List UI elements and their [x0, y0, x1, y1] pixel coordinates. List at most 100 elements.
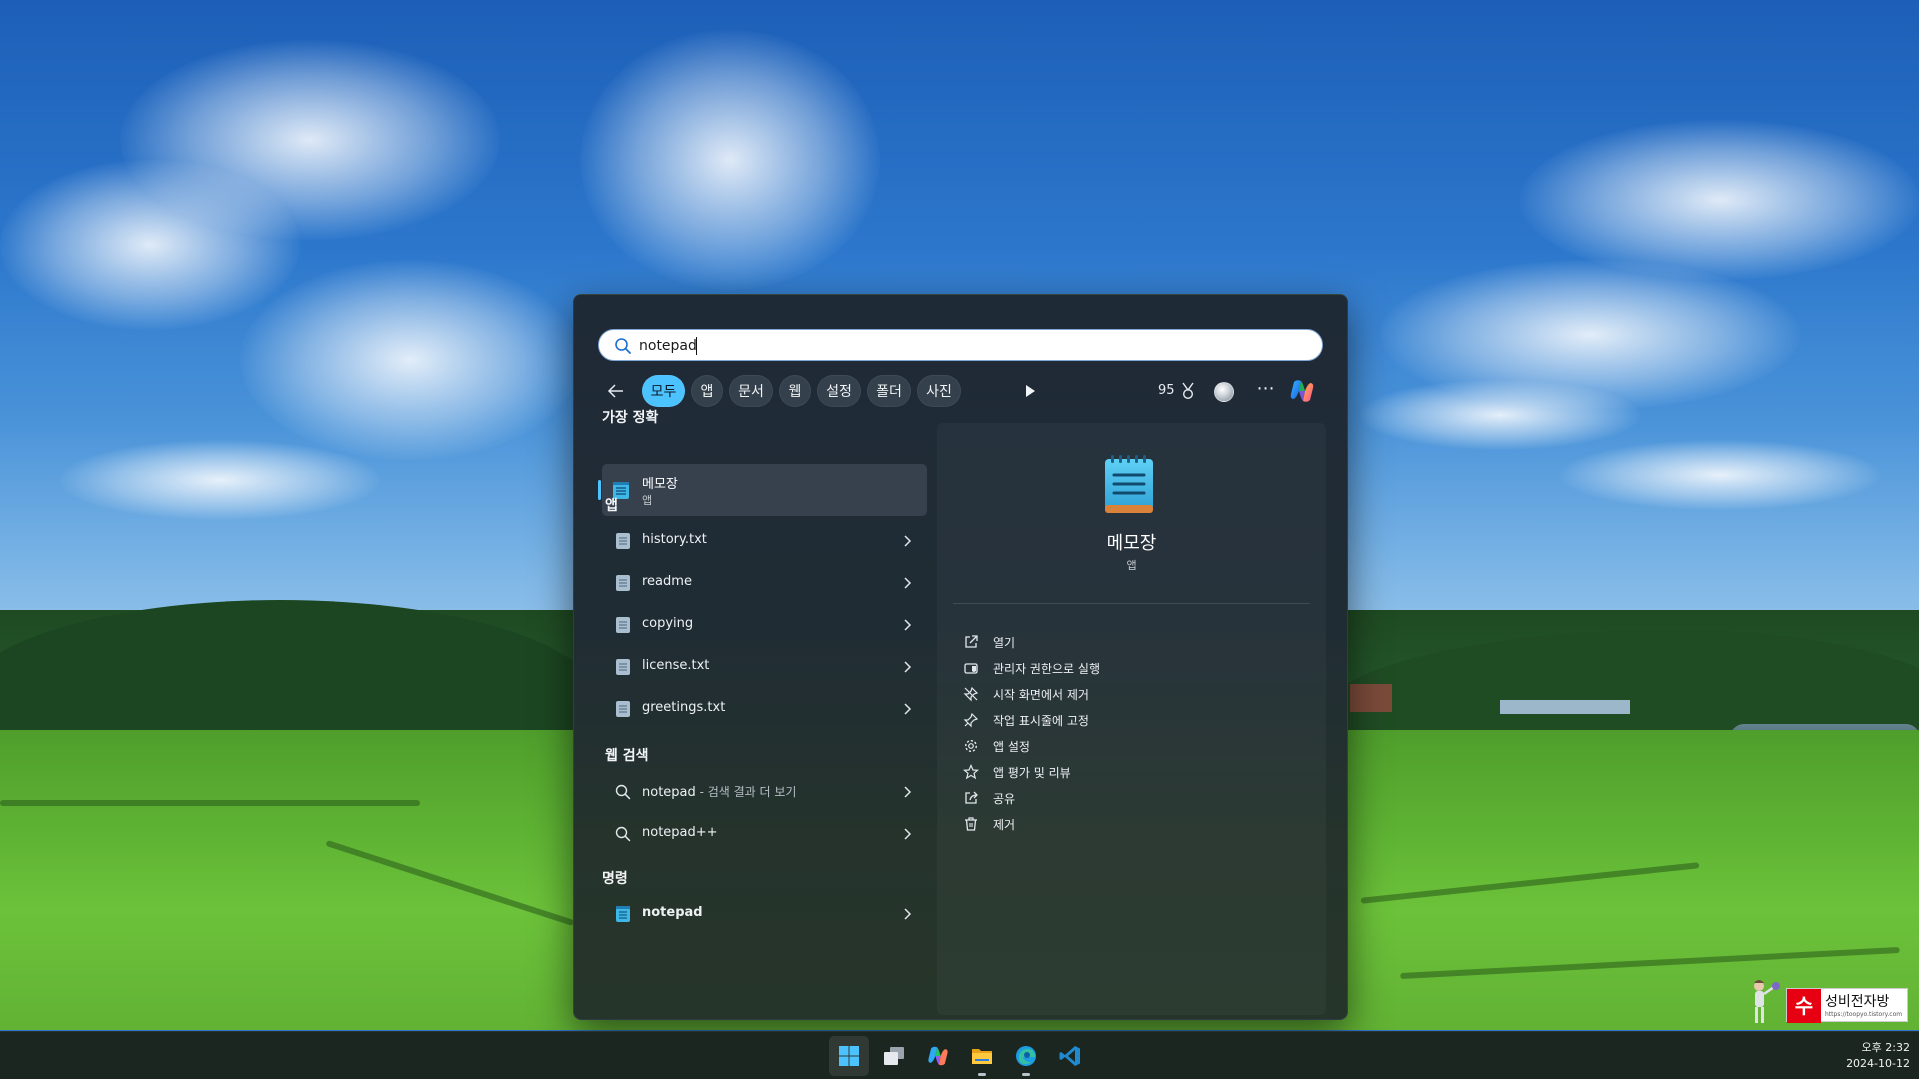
notepad-icon: [1105, 455, 1153, 513]
filter-chip-apps[interactable]: 앱: [691, 375, 723, 407]
list-item-label: license.txt: [642, 658, 710, 673]
unpin-icon: [963, 686, 979, 702]
selection-indicator: [598, 480, 601, 500]
running-indicator: [1022, 1073, 1030, 1076]
list-item-label: greetings.txt: [642, 700, 726, 715]
text-file-icon: [616, 701, 630, 717]
web-search-label: notepad - 검색 결과 더 보기: [642, 783, 796, 800]
list-item[interactable]: greetings.txt: [602, 692, 927, 726]
chevron-right-icon[interactable]: [900, 618, 914, 632]
best-match-name: 메모장: [642, 477, 678, 492]
wallpaper-field-strip: [0, 800, 420, 806]
chevron-right-icon[interactable]: [900, 534, 914, 548]
share-icon: [965, 791, 978, 804]
watermark-title: 성비전자방: [1825, 994, 1890, 1010]
action-label: 관리자 권한으로 실행: [993, 662, 1100, 676]
chevron-right-icon[interactable]: [900, 702, 914, 716]
user-avatar[interactable]: [1214, 382, 1234, 402]
task-view-icon: [884, 1047, 904, 1065]
action-rate-review[interactable]: 앱 평가 및 리뷰: [953, 758, 1310, 786]
web-search-item[interactable]: notepad++: [602, 817, 927, 851]
action-label: 공유: [993, 792, 1016, 806]
list-item[interactable]: copying: [602, 608, 927, 642]
action-label: 작업 표시줄에 고정: [993, 714, 1089, 728]
web-search-suffix: - 검색 결과 더 보기: [695, 785, 797, 799]
wallpaper-cloud: [1360, 380, 1640, 450]
open-icon: [965, 635, 978, 648]
taskbar-vscode-button[interactable]: [1050, 1036, 1090, 1076]
action-pin-taskbar[interactable]: 작업 표시줄에 고정: [953, 706, 1310, 734]
command-label: notepad: [642, 905, 703, 920]
list-item-label: readme: [642, 574, 692, 589]
search-input[interactable]: [639, 335, 1299, 357]
web-search-item[interactable]: notepad - 검색 결과 더 보기: [602, 775, 927, 809]
action-unpin-start[interactable]: 시작 화면에서 제거: [953, 680, 1310, 708]
filter-chip-all[interactable]: 모두: [642, 375, 685, 407]
wallpaper-cloud: [240, 260, 580, 460]
run-as-admin-icon: [964, 663, 978, 674]
taskbar-start-button[interactable]: [829, 1036, 869, 1076]
chevron-right-icon[interactable]: [900, 827, 914, 841]
taskbar-file-explorer-button[interactable]: [962, 1036, 1002, 1076]
system-clock[interactable]: 오후 2:32 2024-10-12: [1810, 1040, 1910, 1072]
list-item[interactable]: readme: [602, 566, 927, 600]
list-item[interactable]: license.txt: [602, 650, 927, 684]
start-icon: [839, 1046, 859, 1066]
vscode-icon: [1059, 1046, 1080, 1066]
detail-pane: 메모장 앱 열기 관리자 권한으로 실행 시작 화면에서 제거 작업 표시줄에 …: [937, 423, 1326, 1015]
clock-time: 오후 2:32: [1861, 1041, 1910, 1054]
back-arrow-icon[interactable]: [607, 382, 625, 400]
list-item-label: history.txt: [642, 532, 707, 547]
filter-chip-web[interactable]: 웹: [779, 375, 811, 407]
wallpaper-cloud: [1560, 440, 1880, 510]
action-open[interactable]: 열기: [953, 628, 1310, 656]
pin-icon: [963, 712, 979, 728]
chevron-right-icon[interactable]: [900, 785, 914, 799]
action-run-as-admin[interactable]: 관리자 권한으로 실행: [953, 654, 1310, 682]
web-search-label: notepad++: [642, 825, 718, 840]
action-uninstall[interactable]: 제거: [953, 810, 1310, 838]
clock-date: 2024-10-12: [1846, 1057, 1910, 1070]
filter-chip-folders[interactable]: 폴더: [867, 375, 911, 407]
command-item[interactable]: notepad: [602, 897, 927, 931]
web-search-query: notepad: [642, 785, 696, 800]
action-label: 제거: [993, 818, 1016, 832]
filter-chip-photos[interactable]: 사진: [917, 375, 961, 407]
taskbar-copilot-button[interactable]: [918, 1036, 958, 1076]
copilot-icon[interactable]: [1288, 377, 1316, 405]
wallpaper-cloud: [60, 440, 380, 520]
chevron-right-icon[interactable]: [900, 660, 914, 674]
action-share[interactable]: 공유: [953, 784, 1310, 812]
watermark-mark: 수: [1787, 989, 1821, 1023]
mascot-figure: [1754, 980, 1780, 1023]
divider: [953, 603, 1310, 604]
best-match-item[interactable]: 메모장 앱: [598, 464, 927, 516]
action-label: 앱 설정: [993, 740, 1030, 754]
start-search-panel: 모두 앱 문서 웹 설정 폴더 사진 95 ⋯: [573, 294, 1348, 1020]
taskbar-edge-button[interactable]: [1006, 1036, 1046, 1076]
wallpaper-cloud: [1520, 120, 1919, 280]
copilot-icon: [928, 1046, 948, 1066]
chevron-right-icon[interactable]: [900, 907, 914, 921]
action-label: 시작 화면에서 제거: [993, 688, 1089, 702]
rewards-points[interactable]: 95: [1158, 375, 1175, 407]
filter-chip-settings[interactable]: 설정: [817, 375, 861, 407]
search-box[interactable]: [598, 329, 1323, 361]
best-match-type: 앱: [642, 494, 653, 507]
detail-title: 메모장: [1106, 533, 1157, 554]
wallpaper-cloud: [0, 160, 300, 330]
more-options-icon[interactable]: ⋯: [1255, 375, 1277, 407]
search-icon: [615, 784, 631, 800]
action-app-settings[interactable]: 앱 설정: [953, 732, 1310, 760]
filter-chip-documents[interactable]: 문서: [729, 375, 773, 407]
detail-type: 앱: [1126, 559, 1137, 572]
play-more-filters-icon[interactable]: [1023, 384, 1037, 398]
medal-icon[interactable]: [1180, 382, 1196, 400]
action-label: 열기: [993, 636, 1016, 650]
watermark: 수 성비전자방 https://toopyo.tistory.com: [1746, 978, 1912, 1026]
chevron-right-icon[interactable]: [900, 576, 914, 590]
taskbar-task-view-button[interactable]: [874, 1036, 914, 1076]
list-item[interactable]: history.txt: [602, 524, 927, 558]
star-icon: [963, 764, 979, 780]
wallpaper-shed: [1350, 684, 1392, 712]
